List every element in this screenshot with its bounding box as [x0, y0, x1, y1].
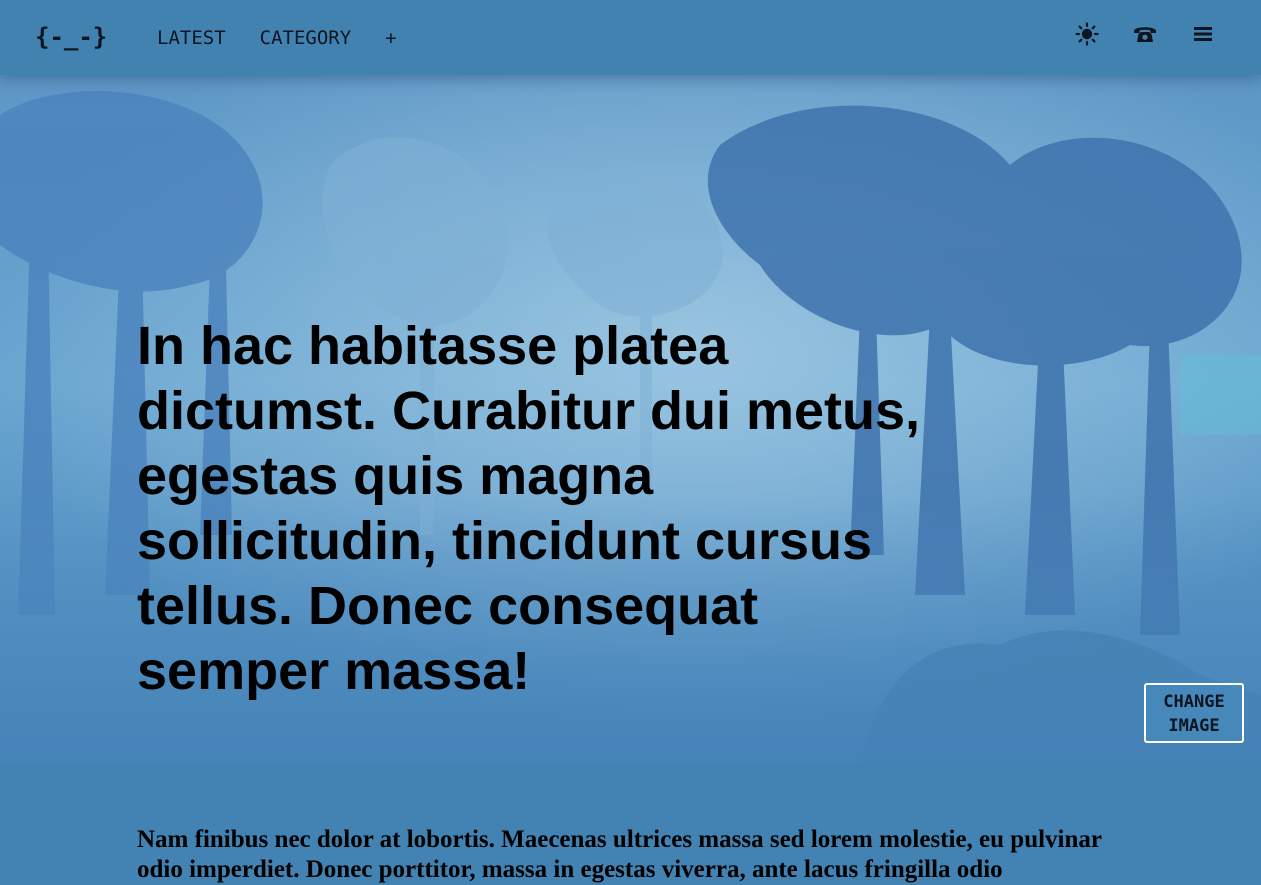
article-content: Nam finibus nec dolor at lobortis. Maece… [0, 763, 1261, 883]
nav-more-button[interactable]: + [385, 26, 396, 50]
article-paragraph: Nam finibus nec dolor at lobortis. Maece… [137, 826, 1102, 883]
sun-icon[interactable] [1073, 20, 1101, 48]
site-header: {-_-} LATEST CATEGORY + [0, 0, 1261, 75]
main-nav: LATEST CATEGORY + [157, 26, 397, 50]
menu-icon[interactable] [1189, 20, 1217, 48]
change-image-button[interactable]: CHANGE IMAGE [1144, 683, 1244, 743]
hero-title: In hac habitasse platea dictumst. Curabi… [137, 316, 921, 701]
nav-category[interactable]: CATEGORY [260, 26, 352, 50]
site-logo[interactable]: {-_-} [35, 20, 107, 54]
nav-latest[interactable]: LATEST [157, 26, 226, 50]
hero-section: In hac habitasse platea dictumst. Curabi… [0, 75, 1261, 763]
phone-icon[interactable] [1131, 20, 1159, 48]
